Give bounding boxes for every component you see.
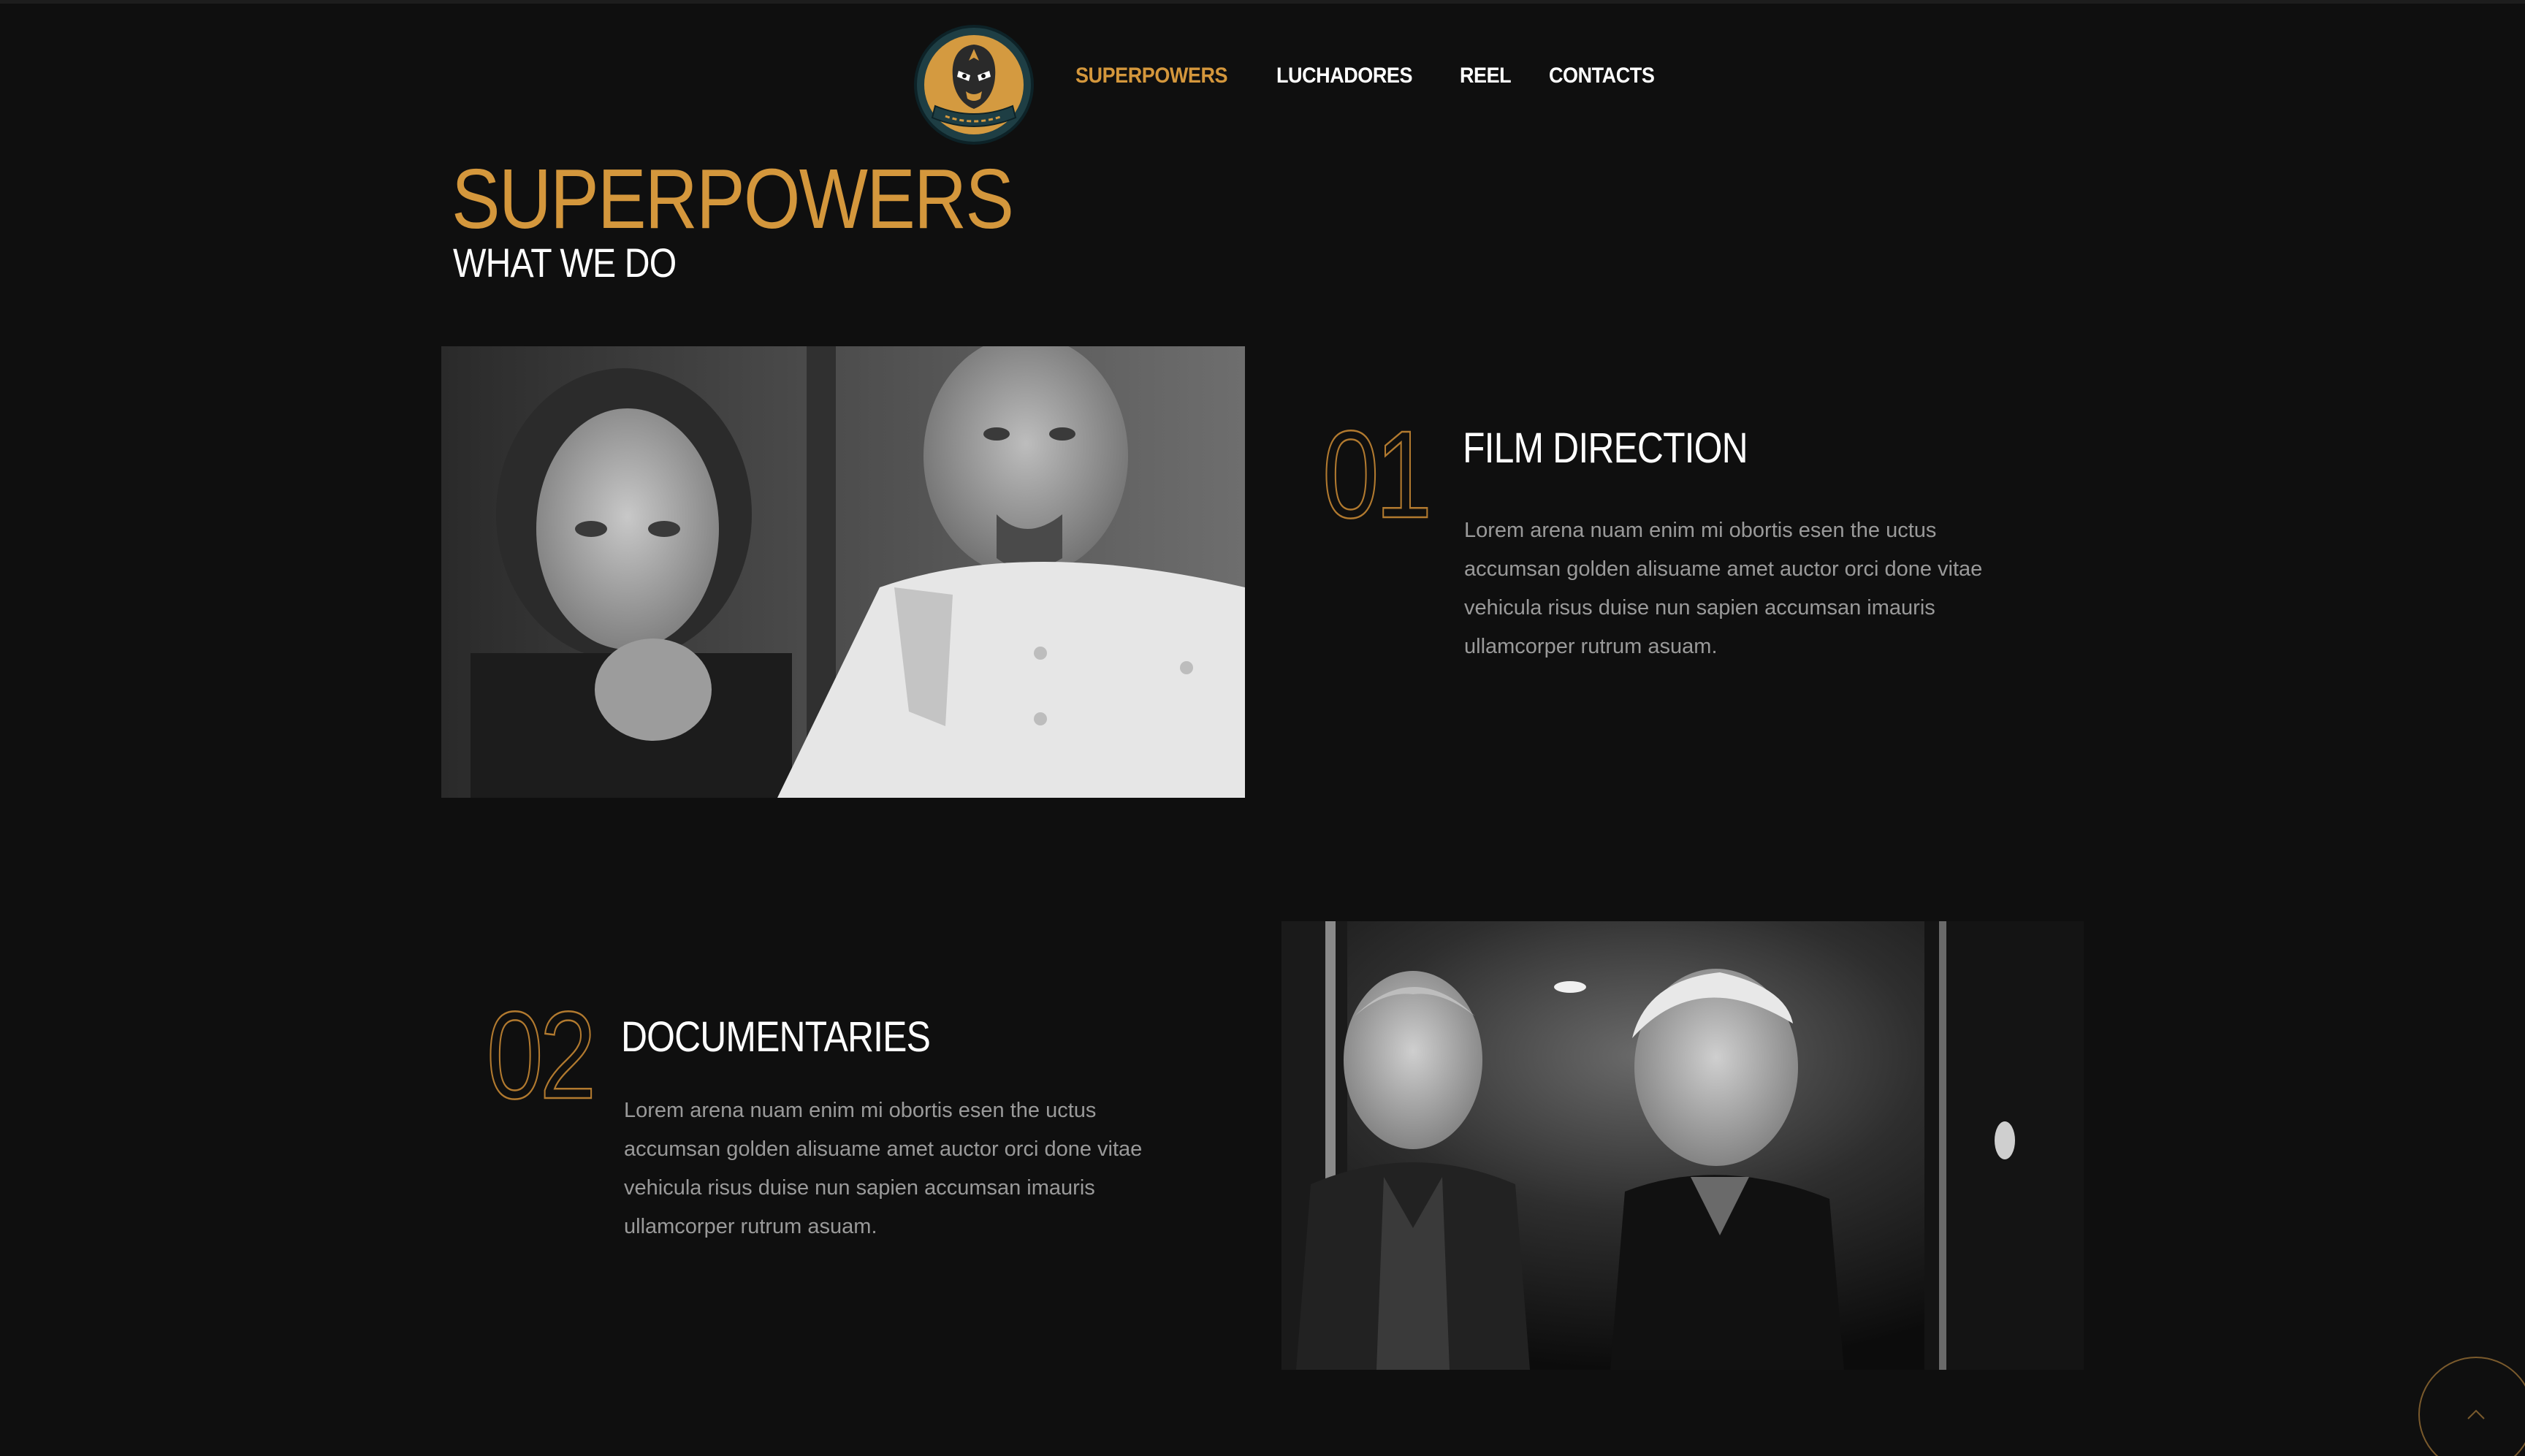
film-direction-photo — [441, 346, 1245, 798]
nav-item-contacts[interactable]: CONTACTS — [1549, 64, 1655, 88]
service-description: Lorem arena nuam enim mi obortis esen th… — [1464, 519, 1983, 658]
service-title: DOCUMENTARIES — [621, 1013, 931, 1061]
documentaries-photo — [1281, 921, 2084, 1370]
page-subtitle: WHAT WE DO — [453, 240, 677, 286]
lucha-libre-logo[interactable] — [913, 24, 1035, 145]
main-nav: SUPERPOWERS LUCHADORES REEL CONTACTS — [1075, 57, 1698, 95]
nav-item-luchadores[interactable]: LUCHADORES — [1276, 64, 1412, 88]
nav-item-superpowers[interactable]: SUPERPOWERS — [1075, 64, 1228, 88]
mask-logo-icon — [914, 25, 1034, 145]
service-number: 01 — [1322, 405, 1433, 544]
service-number: 02 — [486, 986, 597, 1125]
back-to-top-button[interactable] — [2418, 1357, 2525, 1456]
service-description: Lorem arena nuam enim mi obortis esen th… — [624, 1099, 1143, 1238]
chevron-up-icon — [2467, 1409, 2485, 1419]
service-title: FILM DIRECTION — [1463, 424, 1748, 472]
nav-item-reel[interactable]: REEL — [1460, 64, 1512, 88]
top-border — [0, 0, 2525, 4]
page-title: SUPERPOWERS — [452, 151, 1014, 246]
